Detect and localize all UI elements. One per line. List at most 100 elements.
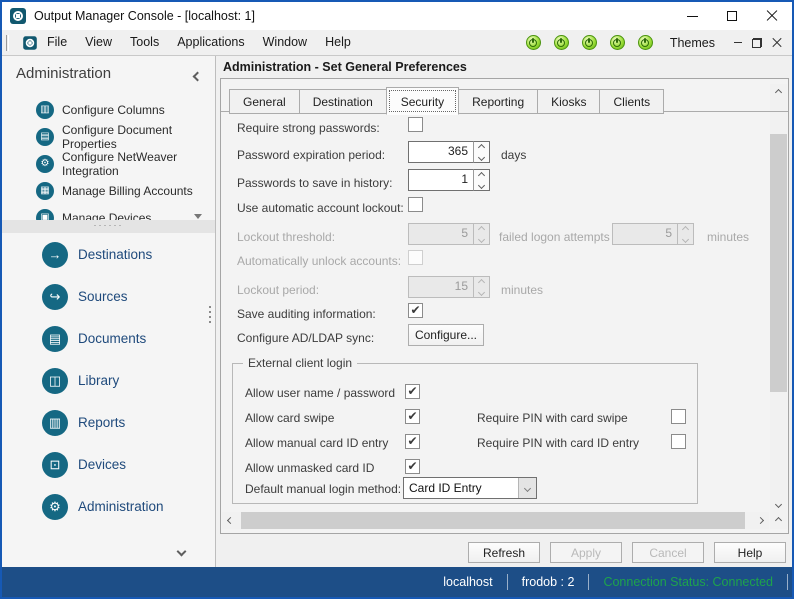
lockout-window-value[interactable]: 5 — [612, 223, 678, 245]
auto-unlock-checkbox[interactable] — [408, 250, 423, 265]
menu-window[interactable]: Window — [254, 30, 316, 55]
tab-security[interactable]: Security — [385, 87, 460, 115]
horizontal-scrollbar-thumb[interactable] — [241, 512, 745, 529]
allow-username-checkbox[interactable]: ✔ — [405, 384, 420, 399]
use-account-lockout-label: Use automatic account lockout: — [237, 201, 404, 215]
menu-file[interactable]: File — [38, 30, 76, 55]
toolbar-grip[interactable] — [6, 34, 9, 51]
configure-adldap-button[interactable]: Configure... — [408, 324, 484, 346]
apply-button[interactable]: Apply — [550, 542, 622, 563]
mdi-minimize-button[interactable] — [734, 42, 742, 43]
maximize-button[interactable] — [712, 2, 752, 30]
configure-columns-icon: ▥ — [36, 100, 54, 119]
sidebar-item-label: Destinations — [78, 247, 153, 262]
sidebar-item-configure-columns[interactable]: ▥ Configure Columns — [2, 96, 215, 123]
require-strong-passwords-checkbox[interactable] — [408, 117, 423, 132]
menu-tools[interactable]: Tools — [121, 30, 168, 55]
menu-applications[interactable]: Applications — [168, 30, 253, 55]
password-expiration-value[interactable]: 365 — [408, 141, 474, 163]
connection-power-icon[interactable] — [637, 35, 653, 50]
sidebar-item-administration[interactable]: ⚙ Administration — [2, 486, 215, 528]
spin-up-icon — [477, 143, 486, 151]
spin-down-icon — [681, 235, 690, 243]
connection-power-icon[interactable] — [525, 35, 541, 50]
tab-reporting[interactable]: Reporting — [458, 89, 539, 114]
window-title: Output Manager Console - [localhost: 1] — [34, 9, 255, 23]
require-pin-swipe-checkbox[interactable] — [671, 409, 686, 424]
tab-clients[interactable]: Clients — [599, 89, 665, 114]
sidebar-item-library[interactable]: ◫ Library — [2, 360, 215, 402]
sidebar-resize-handle[interactable] — [209, 306, 211, 308]
menu-view[interactable]: View — [76, 30, 121, 55]
use-account-lockout-checkbox[interactable] — [408, 197, 423, 212]
spin-down-icon — [477, 153, 486, 161]
menu-themes[interactable]: Themes — [666, 36, 719, 50]
sidebar-splitter-handle[interactable]: ······ — [2, 220, 215, 233]
app-window: Output Manager Console - [localhost: 1] … — [0, 0, 794, 599]
scrollbar-corner-up-button[interactable] — [770, 512, 787, 529]
allow-manual-card-id-checkbox[interactable]: ✔ — [405, 434, 420, 449]
devices-icon: ⊡ — [42, 452, 68, 478]
sidebar-item-manage-billing[interactable]: ▦ Manage Billing Accounts — [2, 177, 215, 204]
mdi-child-icon[interactable] — [23, 35, 37, 50]
sidebar-item-configure-document-properties[interactable]: ▤ Configure Document Properties — [2, 123, 215, 151]
connection-power-icon[interactable] — [553, 35, 569, 50]
spinner-buttons[interactable] — [473, 141, 490, 163]
close-button[interactable] — [752, 2, 792, 30]
sidebar-item-reports[interactable]: ▥ Reports — [2, 402, 215, 444]
default-login-method-label: Default manual login method: — [245, 482, 402, 496]
scroll-down-button[interactable] — [770, 496, 787, 513]
scroll-up-button[interactable] — [770, 84, 787, 101]
combo-dropdown-button[interactable] — [518, 478, 536, 498]
chevron-down-icon[interactable] — [194, 214, 202, 219]
scroll-right-button[interactable] — [752, 512, 769, 529]
horizontal-scrollbar[interactable] — [222, 512, 769, 529]
spinner-buttons[interactable] — [473, 276, 490, 298]
help-button[interactable]: Help — [714, 542, 786, 563]
vertical-scrollbar-thumb[interactable] — [770, 134, 787, 392]
mdi-restore-button[interactable] — [752, 37, 762, 48]
spin-down-icon — [477, 288, 486, 296]
chevron-left-icon — [226, 516, 235, 525]
refresh-button[interactable]: Refresh — [468, 542, 540, 563]
spinner-buttons[interactable] — [677, 223, 694, 245]
group-row: Allow unmasked card ID ✔ — [233, 459, 697, 479]
connection-power-icon[interactable] — [609, 35, 625, 50]
lockout-threshold-value[interactable]: 5 — [408, 223, 474, 245]
sidebar-item-configure-netweaver[interactable]: ⚙ Configure NetWeaver Integration — [2, 150, 215, 178]
minutes-unit-label: minutes — [707, 230, 750, 244]
default-login-method-select[interactable]: Card ID Entry — [403, 477, 537, 499]
connection-power-icon[interactable] — [581, 35, 597, 50]
sidebar-collapse-button[interactable] — [192, 69, 203, 83]
spinner-buttons[interactable] — [473, 169, 490, 191]
mdi-close-button[interactable] — [772, 38, 782, 48]
scroll-left-button[interactable] — [222, 512, 239, 529]
document-properties-icon: ▤ — [36, 127, 54, 146]
group-row: Allow user name / password ✔ — [233, 384, 697, 404]
tab-general[interactable]: General — [229, 89, 300, 114]
sidebar-item-sources[interactable]: ↪ Sources — [2, 276, 215, 318]
allow-card-swipe-checkbox[interactable]: ✔ — [405, 409, 420, 424]
tab-destination[interactable]: Destination — [298, 89, 387, 114]
save-auditing-checkbox[interactable]: ✔ — [408, 303, 423, 318]
close-icon — [766, 10, 778, 22]
sidebar-item-devices[interactable]: ⊡ Devices — [2, 444, 215, 486]
minimize-button[interactable] — [672, 2, 712, 30]
sidebar-item-label: Documents — [78, 331, 147, 346]
menu-help[interactable]: Help — [316, 30, 360, 55]
gear-icon: ⚙ — [42, 494, 68, 520]
password-history-value[interactable]: 1 — [408, 169, 474, 191]
spin-down-icon — [477, 181, 486, 189]
cancel-button[interactable]: Cancel — [632, 542, 704, 563]
require-pin-card-id-checkbox[interactable] — [671, 434, 686, 449]
password-history-spinner: 1 — [408, 169, 490, 191]
vertical-scrollbar[interactable] — [770, 84, 787, 513]
sidebar-expand-button[interactable] — [176, 544, 187, 558]
chevron-down-icon — [523, 484, 532, 492]
spinner-buttons[interactable] — [473, 223, 490, 245]
tab-kiosks[interactable]: Kiosks — [537, 89, 601, 114]
allow-unmasked-card-id-checkbox[interactable]: ✔ — [405, 459, 420, 474]
sidebar-item-documents[interactable]: ▤ Documents — [2, 318, 215, 360]
sidebar-item-destinations[interactable]: → Destinations — [2, 234, 215, 276]
lockout-period-value[interactable]: 15 — [408, 276, 474, 298]
